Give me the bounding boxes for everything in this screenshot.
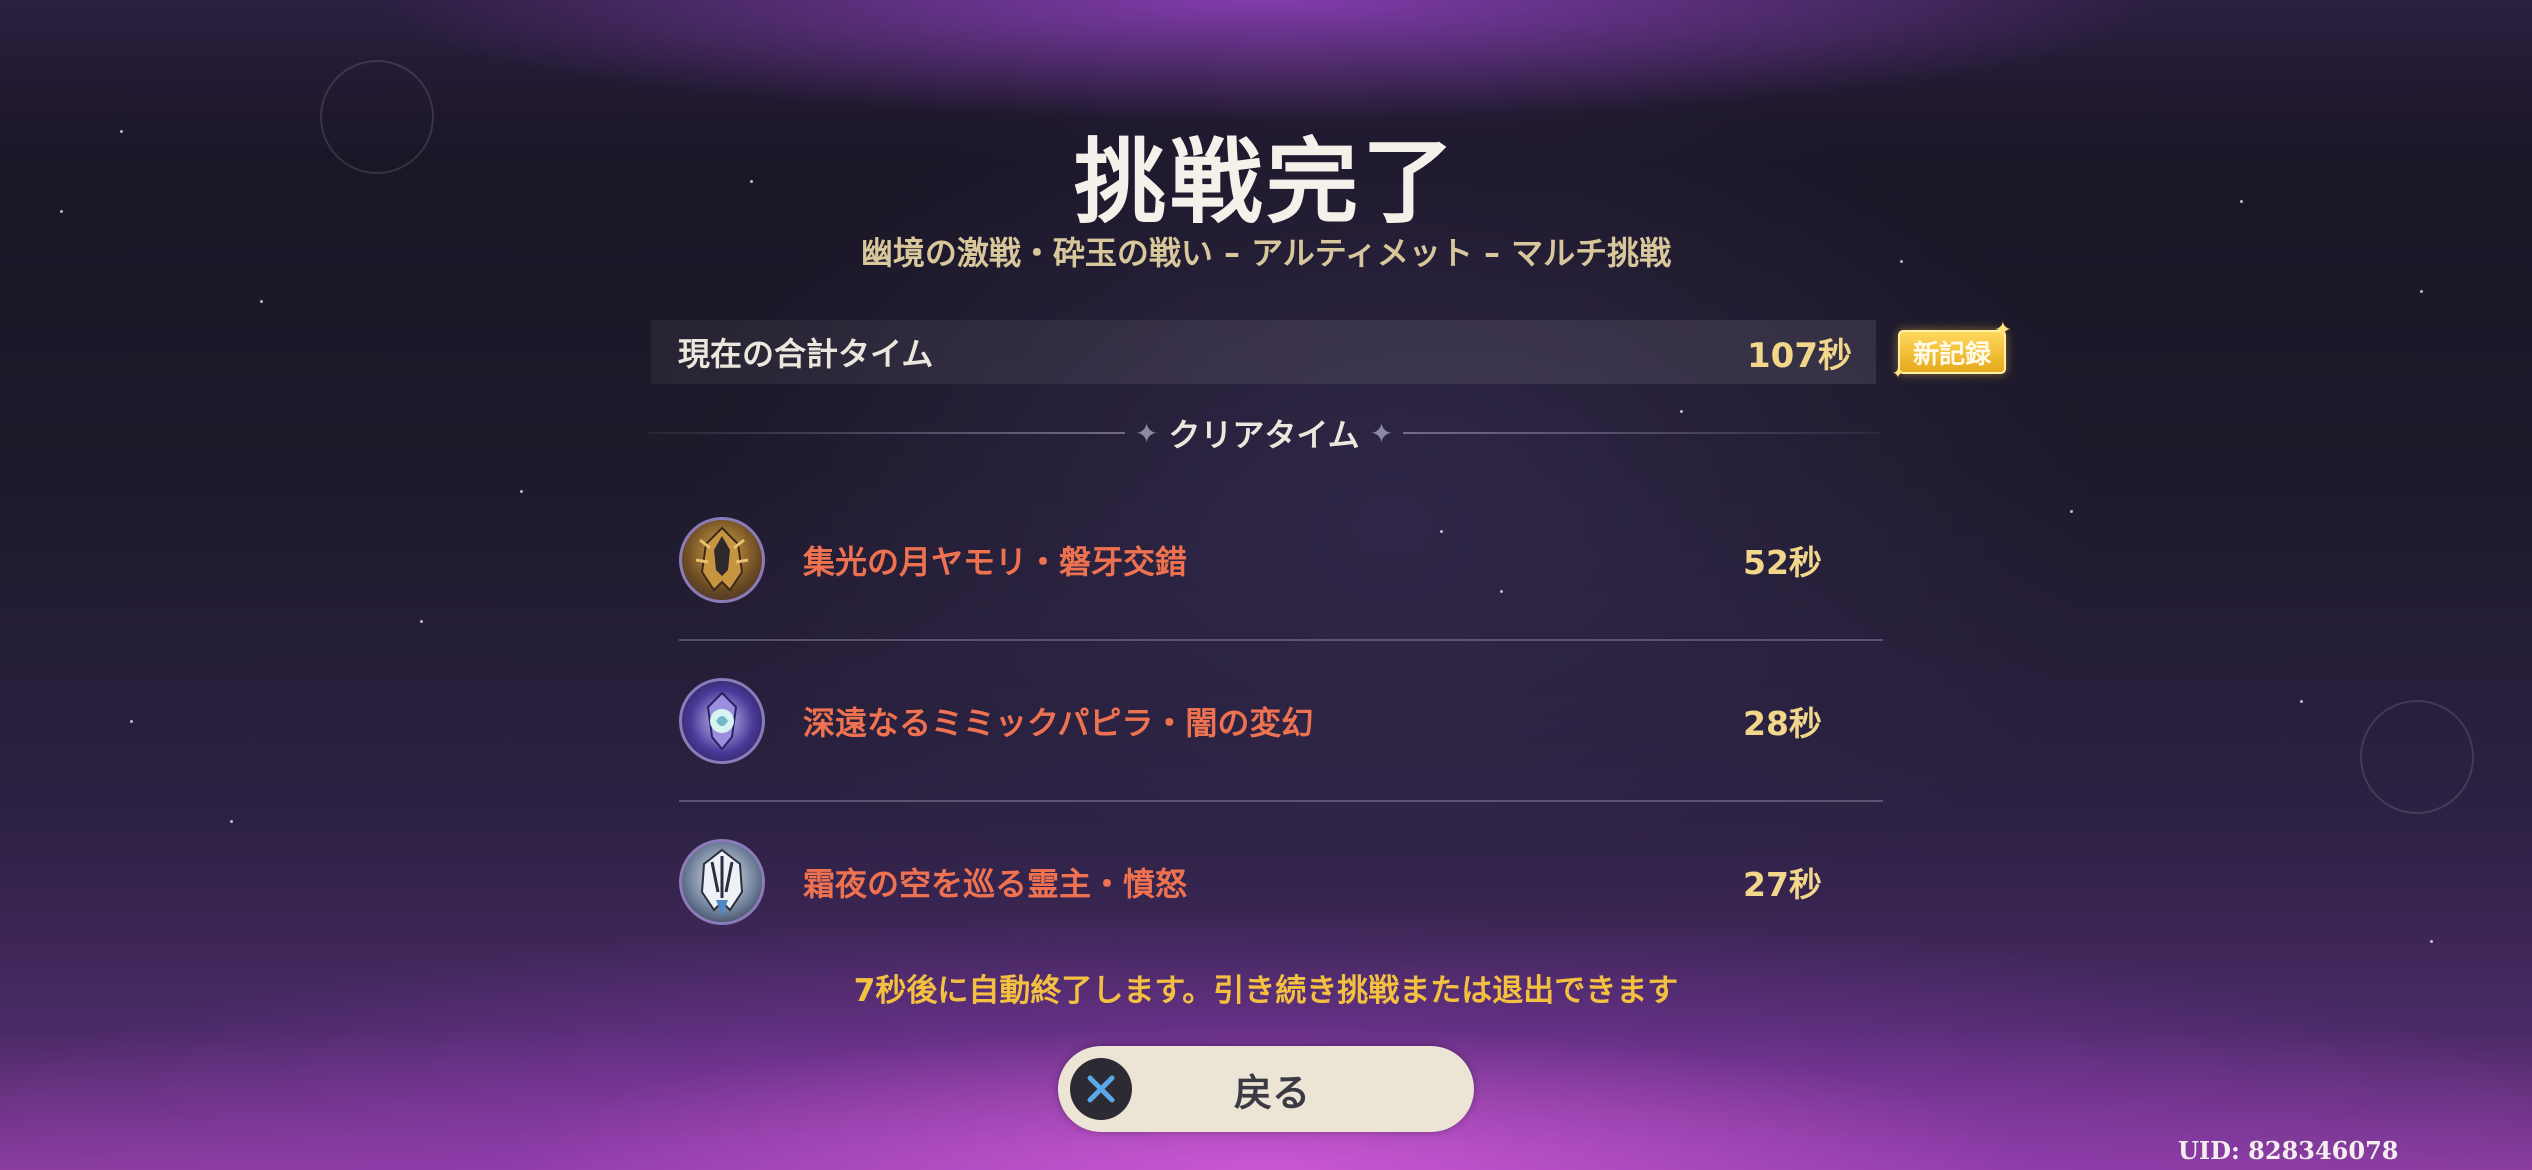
cross-button-icon [1070, 1058, 1132, 1120]
gecko-boss-icon [679, 516, 765, 603]
total-time-row: 現在の合計タイム 107秒 [651, 320, 1876, 384]
frost-lord-boss-icon [679, 838, 765, 925]
boss-name: 深遠なるミミックパピラ・闇の変幻 [803, 703, 1314, 742]
back-button[interactable]: 戻る [1058, 1046, 1474, 1132]
boss-clear-time: 27秒 [1743, 864, 1822, 904]
four-point-star-icon: ✦ [1134, 416, 1159, 450]
boss-list: 集光の月ヤモリ・磐牙交錯 52秒 深遠なるミミックパピラ・闇の変幻 28秒 霜夜… [679, 480, 1883, 961]
boss-name: 霜夜の空を巡る霊主・憤怒 [803, 864, 1188, 903]
boss-name: 集光の月ヤモリ・磐牙交錯 [803, 542, 1188, 581]
back-button-label: 戻る [1233, 1070, 1310, 1115]
clear-time-label: クリアタイム [1168, 416, 1360, 454]
boss-row: 集光の月ヤモリ・磐牙交錯 52秒 [679, 480, 1883, 639]
four-point-star-icon: ✦ [1369, 416, 1394, 450]
header-divider [1403, 432, 1880, 434]
total-time-label: 現在の合計タイム [678, 335, 934, 373]
sparkle-icon: ✦ [1993, 318, 2012, 343]
boss-clear-time: 52秒 [1743, 542, 1822, 582]
boss-row: 深遠なるミミックパピラ・闇の変幻 28秒 [679, 639, 1883, 800]
papilla-boss-icon [679, 677, 765, 764]
challenge-subtitle: 幽境の激戦・砕玉の戦い – アルティメット – マルチ挑戦 [860, 234, 1672, 272]
decor-ring [2360, 700, 2474, 814]
clear-time-header: ✦ クリアタイム ✦ [648, 410, 1880, 456]
boss-clear-time: 28秒 [1743, 703, 1822, 743]
new-record-label: 新記録 [1912, 339, 1991, 370]
auto-exit-notice: 7秒後に自動終了します。引き続き挑戦または退出できます [853, 973, 1679, 1009]
result-title: 挑戦完了 [1073, 129, 1458, 236]
new-record-badge: 新記録 ✦ ✦ [1892, 318, 2012, 382]
total-time-value: 107秒 [1747, 335, 1852, 376]
header-divider [648, 432, 1125, 434]
boss-row: 霜夜の空を巡る霊主・憤怒 27秒 [679, 800, 1883, 961]
player-uid: UID: 828346078 [2178, 1136, 2399, 1165]
sparkle-icon: ✦ [1892, 366, 1904, 382]
